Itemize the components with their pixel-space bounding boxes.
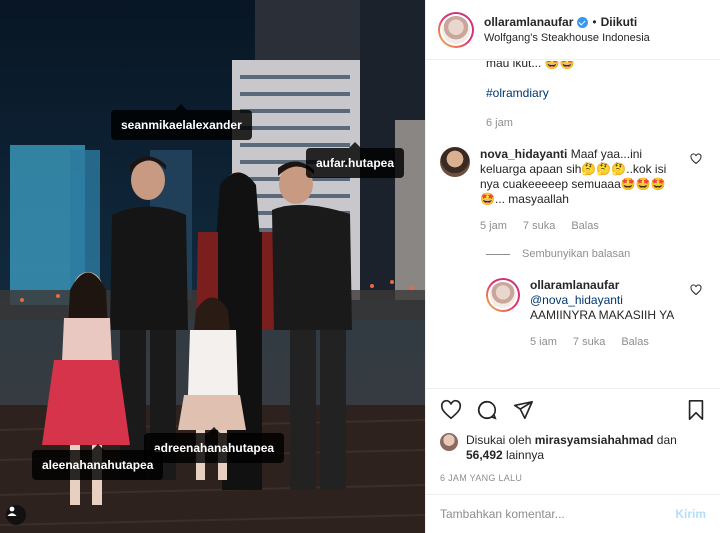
comment-item: nova_hidayanti Maaf yaa...ini keluarga a…	[440, 147, 706, 234]
hashtag-link[interactable]: #olramdiary	[486, 85, 706, 101]
comment-time[interactable]: 5 jam	[480, 219, 507, 234]
add-comment-bar: Kirim	[426, 494, 720, 533]
username-link[interactable]: ollaramlanaufar	[484, 15, 573, 29]
photo-tag[interactable]: aleenahanahutapea	[32, 444, 164, 480]
likes-summary[interactable]: Disukai oleh mirasyamsiahahmad dan 56,49…	[440, 433, 706, 463]
caption-time: 6 jam	[486, 117, 513, 129]
post-comment-button[interactable]: Kirim	[675, 507, 706, 521]
hide-replies-button[interactable]: Sembunyikan balasan	[486, 248, 706, 260]
comment-icon[interactable]	[476, 399, 498, 421]
verified-badge-icon	[577, 16, 589, 28]
comment-username[interactable]: ollaramlanaufar	[530, 278, 619, 292]
reply-button[interactable]: Balas	[571, 219, 599, 234]
comment-text: AAMIINYRA MAKASIIH YA	[530, 308, 675, 322]
heart-icon[interactable]	[690, 284, 702, 296]
avatar[interactable]	[440, 147, 470, 177]
likes-conjunction: dan	[656, 433, 677, 447]
post-actions: Disukai oleh mirasyamsiahahmad dan 56,49…	[426, 388, 720, 483]
post-timestamp[interactable]: 6 JAM YANG LALU	[440, 473, 706, 483]
reply-button[interactable]: Balas	[621, 335, 649, 350]
avatar[interactable]	[438, 11, 474, 48]
likes-prefix: Disukai oleh	[466, 433, 532, 447]
post-photo[interactable]: seanmikaelalexander aufar.hutapea adreen…	[0, 0, 425, 533]
heart-icon[interactable]	[690, 153, 702, 165]
comment-time[interactable]: 5 iam	[530, 335, 557, 350]
heart-icon[interactable]	[440, 399, 462, 421]
separator: •	[592, 15, 597, 29]
share-icon[interactable]	[512, 399, 534, 421]
likes-suffix: lainnya	[506, 448, 545, 462]
post-side-panel: ollaramlanaufar • Diikuti Wolfgang's Ste…	[425, 0, 720, 533]
liker-username[interactable]: mirasyamsiahahmad	[535, 433, 654, 447]
user-silhouette-icon	[7, 506, 17, 516]
comment-username[interactable]: nova_hidayanti	[480, 147, 567, 161]
following-button[interactable]: Diikuti	[601, 15, 638, 29]
comment-likes[interactable]: 7 suka	[573, 335, 605, 350]
likes-count[interactable]: 56,492	[466, 448, 503, 462]
avatar[interactable]	[440, 433, 458, 451]
divider	[486, 253, 510, 255]
bookmark-icon[interactable]	[686, 399, 706, 421]
comment-likes[interactable]: 7 suka	[523, 219, 555, 234]
mention-link[interactable]: @nova_hidayanti	[530, 293, 623, 307]
hide-replies-label: Sembunyikan balasan	[522, 248, 631, 260]
comment-input[interactable]	[440, 507, 676, 521]
caption-text: mau ikut... 🤩🤩	[486, 61, 575, 70]
comments-section[interactable]: mau ikut... 🤩🤩 #olramdiary 6 jam nova_hi…	[426, 61, 720, 388]
reply-item: ollaramlanaufar @nova_hidayanti AAMIINYR…	[486, 278, 706, 350]
user-tag-icon[interactable]	[6, 505, 26, 525]
post-header: ollaramlanaufar • Diikuti Wolfgang's Ste…	[426, 0, 720, 60]
location-link[interactable]: Wolfgang's Steakhouse Indonesia	[484, 32, 650, 44]
photo-tag[interactable]: aufar.hutapea	[306, 142, 405, 178]
photo-tag[interactable]: adreenahanahutapea	[144, 427, 285, 463]
avatar[interactable]	[486, 278, 520, 312]
photo-tag[interactable]: seanmikaelalexander	[111, 104, 252, 140]
